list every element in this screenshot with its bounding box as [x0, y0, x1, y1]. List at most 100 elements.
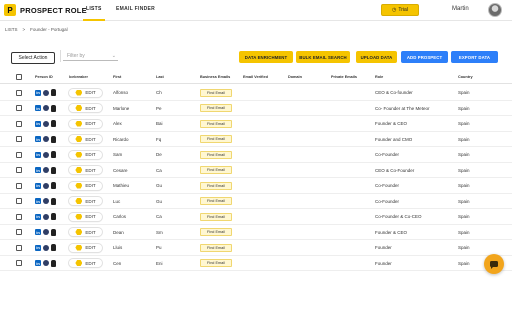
email-icon[interactable]	[43, 151, 49, 158]
email-icon[interactable]	[43, 136, 49, 142]
lightbulb-icon[interactable]	[51, 244, 56, 251]
row-checkbox[interactable]	[16, 136, 22, 142]
lightbulb-icon[interactable]	[51, 166, 56, 174]
linkedin-icon[interactable]: in	[35, 182, 41, 189]
find-email-button[interactable]: Find Email	[200, 119, 232, 128]
export-data-button[interactable]: EXPORT DATA	[451, 51, 498, 63]
linkedin-icon[interactable]: in	[35, 213, 41, 220]
icebreaker-edit-button[interactable]: EDIT	[69, 197, 102, 205]
add-prospect-button[interactable]: ADD PROSPECT	[401, 51, 448, 63]
data-enrichment-button[interactable]: DATA ENRICHMENT	[239, 51, 293, 63]
icebreaker-edit-button[interactable]: EDIT	[69, 166, 102, 174]
icebreaker-edit-button[interactable]: EDIT	[69, 88, 102, 97]
icebreaker-edit-button[interactable]: EDIT	[69, 119, 102, 128]
linkedin-icon[interactable]: in	[35, 89, 41, 96]
email-icon[interactable]	[43, 260, 49, 266]
icebreaker-edit-button[interactable]: EDIT	[69, 228, 102, 236]
row-checkbox[interactable]	[16, 89, 22, 96]
row-checkbox[interactable]	[16, 120, 22, 127]
table-row[interactable]: in EDIT Marlone Pe Find Email Co- Founder at …	[0, 101, 512, 116]
icebreaker-edit-button[interactable]: EDIT	[69, 135, 102, 143]
icebreaker-edit-button[interactable]: EDIT	[69, 259, 102, 267]
find-email-button[interactable]: Find Email	[200, 243, 232, 252]
linkedin-icon[interactable]: in	[35, 198, 41, 204]
lightbulb-icon[interactable]	[51, 135, 56, 143]
linkedin-icon[interactable]: in	[35, 105, 41, 111]
find-email-button[interactable]: Find Email	[200, 228, 232, 236]
row-checkbox[interactable]	[16, 151, 22, 158]
trial-button[interactable]: ◷ Trial	[381, 4, 419, 16]
upload-data-button[interactable]: UPLOAD DATA	[356, 51, 397, 63]
email-icon[interactable]	[43, 198, 49, 204]
table-row[interactable]: in EDIT Carlos Ca Find Email Co-Founder & Co-…	[0, 209, 512, 225]
email-icon[interactable]	[43, 213, 49, 220]
find-email-button[interactable]: Find Email	[200, 135, 232, 143]
find-email-button[interactable]: Find Email	[200, 104, 232, 112]
find-email-button[interactable]: Find Email	[200, 259, 232, 267]
app-logo[interactable]: P PROSPECT ROLE	[4, 4, 87, 16]
lightbulb-icon[interactable]	[51, 104, 56, 112]
email-icon[interactable]	[43, 89, 49, 96]
lightbulb-icon[interactable]	[51, 213, 56, 220]
find-email-button[interactable]: Find Email	[200, 212, 232, 221]
nav-tab-lists[interactable]: LISTS	[86, 6, 102, 12]
lightbulb-icon[interactable]	[51, 197, 56, 205]
lightbulb-icon[interactable]	[51, 89, 56, 96]
filter-dropdown[interactable]: Filter by ⌄	[63, 51, 118, 61]
lightbulb-icon[interactable]	[51, 182, 56, 189]
find-email-button[interactable]: Find Email	[200, 197, 232, 205]
email-icon[interactable]	[43, 182, 49, 189]
user-name[interactable]: Martin	[452, 6, 469, 12]
chat-button[interactable]	[484, 254, 504, 274]
email-icon[interactable]	[43, 120, 49, 127]
table-row[interactable]: in EDIT Alfonso Ch Find Email CEO & Co-founde…	[0, 85, 512, 101]
row-checkbox[interactable]	[16, 244, 22, 251]
email-icon[interactable]	[43, 229, 49, 235]
table-row[interactable]: in EDIT Ricardo Fq Find Email Founder and CMO…	[0, 132, 512, 147]
breadcrumb-root[interactable]: LISTS	[5, 27, 18, 32]
table-row[interactable]: in EDIT Dean Sm Find Email Founder & CEO Spain	[0, 225, 512, 240]
table-row[interactable]: in EDIT Alex Bai Find Email Founder & CEO Spai…	[0, 116, 512, 132]
lightbulb-icon[interactable]	[51, 120, 56, 127]
select-action-button[interactable]: Select Action	[11, 52, 55, 64]
row-checkbox[interactable]	[16, 167, 22, 173]
find-email-button[interactable]: Find Email	[200, 181, 232, 190]
find-email-button[interactable]: Find Email	[200, 150, 232, 159]
table-row[interactable]: in EDIT Lluis Pu Find Email Founder Spain	[0, 240, 512, 256]
row-checkbox[interactable]	[16, 260, 22, 266]
icebreaker-edit-button[interactable]: EDIT	[69, 104, 102, 112]
email-icon[interactable]	[43, 105, 49, 111]
table-row[interactable]: in EDIT Cen Eni Find Email Founder Spain	[0, 256, 512, 271]
icebreaker-edit-button[interactable]: EDIT	[69, 181, 102, 190]
email-icon[interactable]	[43, 167, 49, 173]
row-checkbox[interactable]	[16, 182, 22, 189]
bulk-email-search-button[interactable]: BULK EMAIL SEARCH	[296, 51, 350, 63]
table-row[interactable]: in EDIT Mathieu Gu Find Email Co-Founder Spain	[0, 178, 512, 194]
icebreaker-edit-button[interactable]: EDIT	[69, 150, 102, 159]
table-row[interactable]: in EDIT Luc Gu Find Email Co-Founder Spain	[0, 194, 512, 209]
lightbulb-icon[interactable]	[51, 259, 56, 267]
lightbulb-icon[interactable]	[51, 151, 56, 158]
linkedin-icon[interactable]: in	[35, 136, 41, 142]
linkedin-icon[interactable]: in	[35, 167, 41, 173]
find-email-button[interactable]: Find Email	[200, 88, 232, 97]
row-checkbox[interactable]	[16, 198, 22, 204]
row-checkbox[interactable]	[16, 105, 22, 111]
find-email-button[interactable]: Find Email	[200, 166, 232, 174]
icebreaker-edit-button[interactable]: EDIT	[69, 243, 102, 252]
nav-tab-email-finder[interactable]: EMAIL FINDER	[116, 6, 155, 12]
linkedin-icon[interactable]: in	[35, 151, 41, 158]
table-row[interactable]: in EDIT Cesare Ca Find Email CEO & Co-Founder…	[0, 163, 512, 178]
avatar[interactable]	[488, 3, 502, 17]
linkedin-icon[interactable]: in	[35, 229, 41, 235]
linkedin-icon[interactable]: in	[35, 244, 41, 251]
select-all-checkbox[interactable]	[16, 74, 22, 80]
row-checkbox[interactable]	[16, 229, 22, 235]
icebreaker-edit-button[interactable]: EDIT	[69, 212, 102, 221]
linkedin-icon[interactable]: in	[35, 260, 41, 266]
row-checkbox[interactable]	[16, 213, 22, 220]
lightbulb-icon[interactable]	[51, 228, 56, 236]
email-icon[interactable]	[43, 244, 49, 251]
table-row[interactable]: in EDIT Sam De Find Email Co-Founder Spain	[0, 147, 512, 163]
linkedin-icon[interactable]: in	[35, 120, 41, 127]
